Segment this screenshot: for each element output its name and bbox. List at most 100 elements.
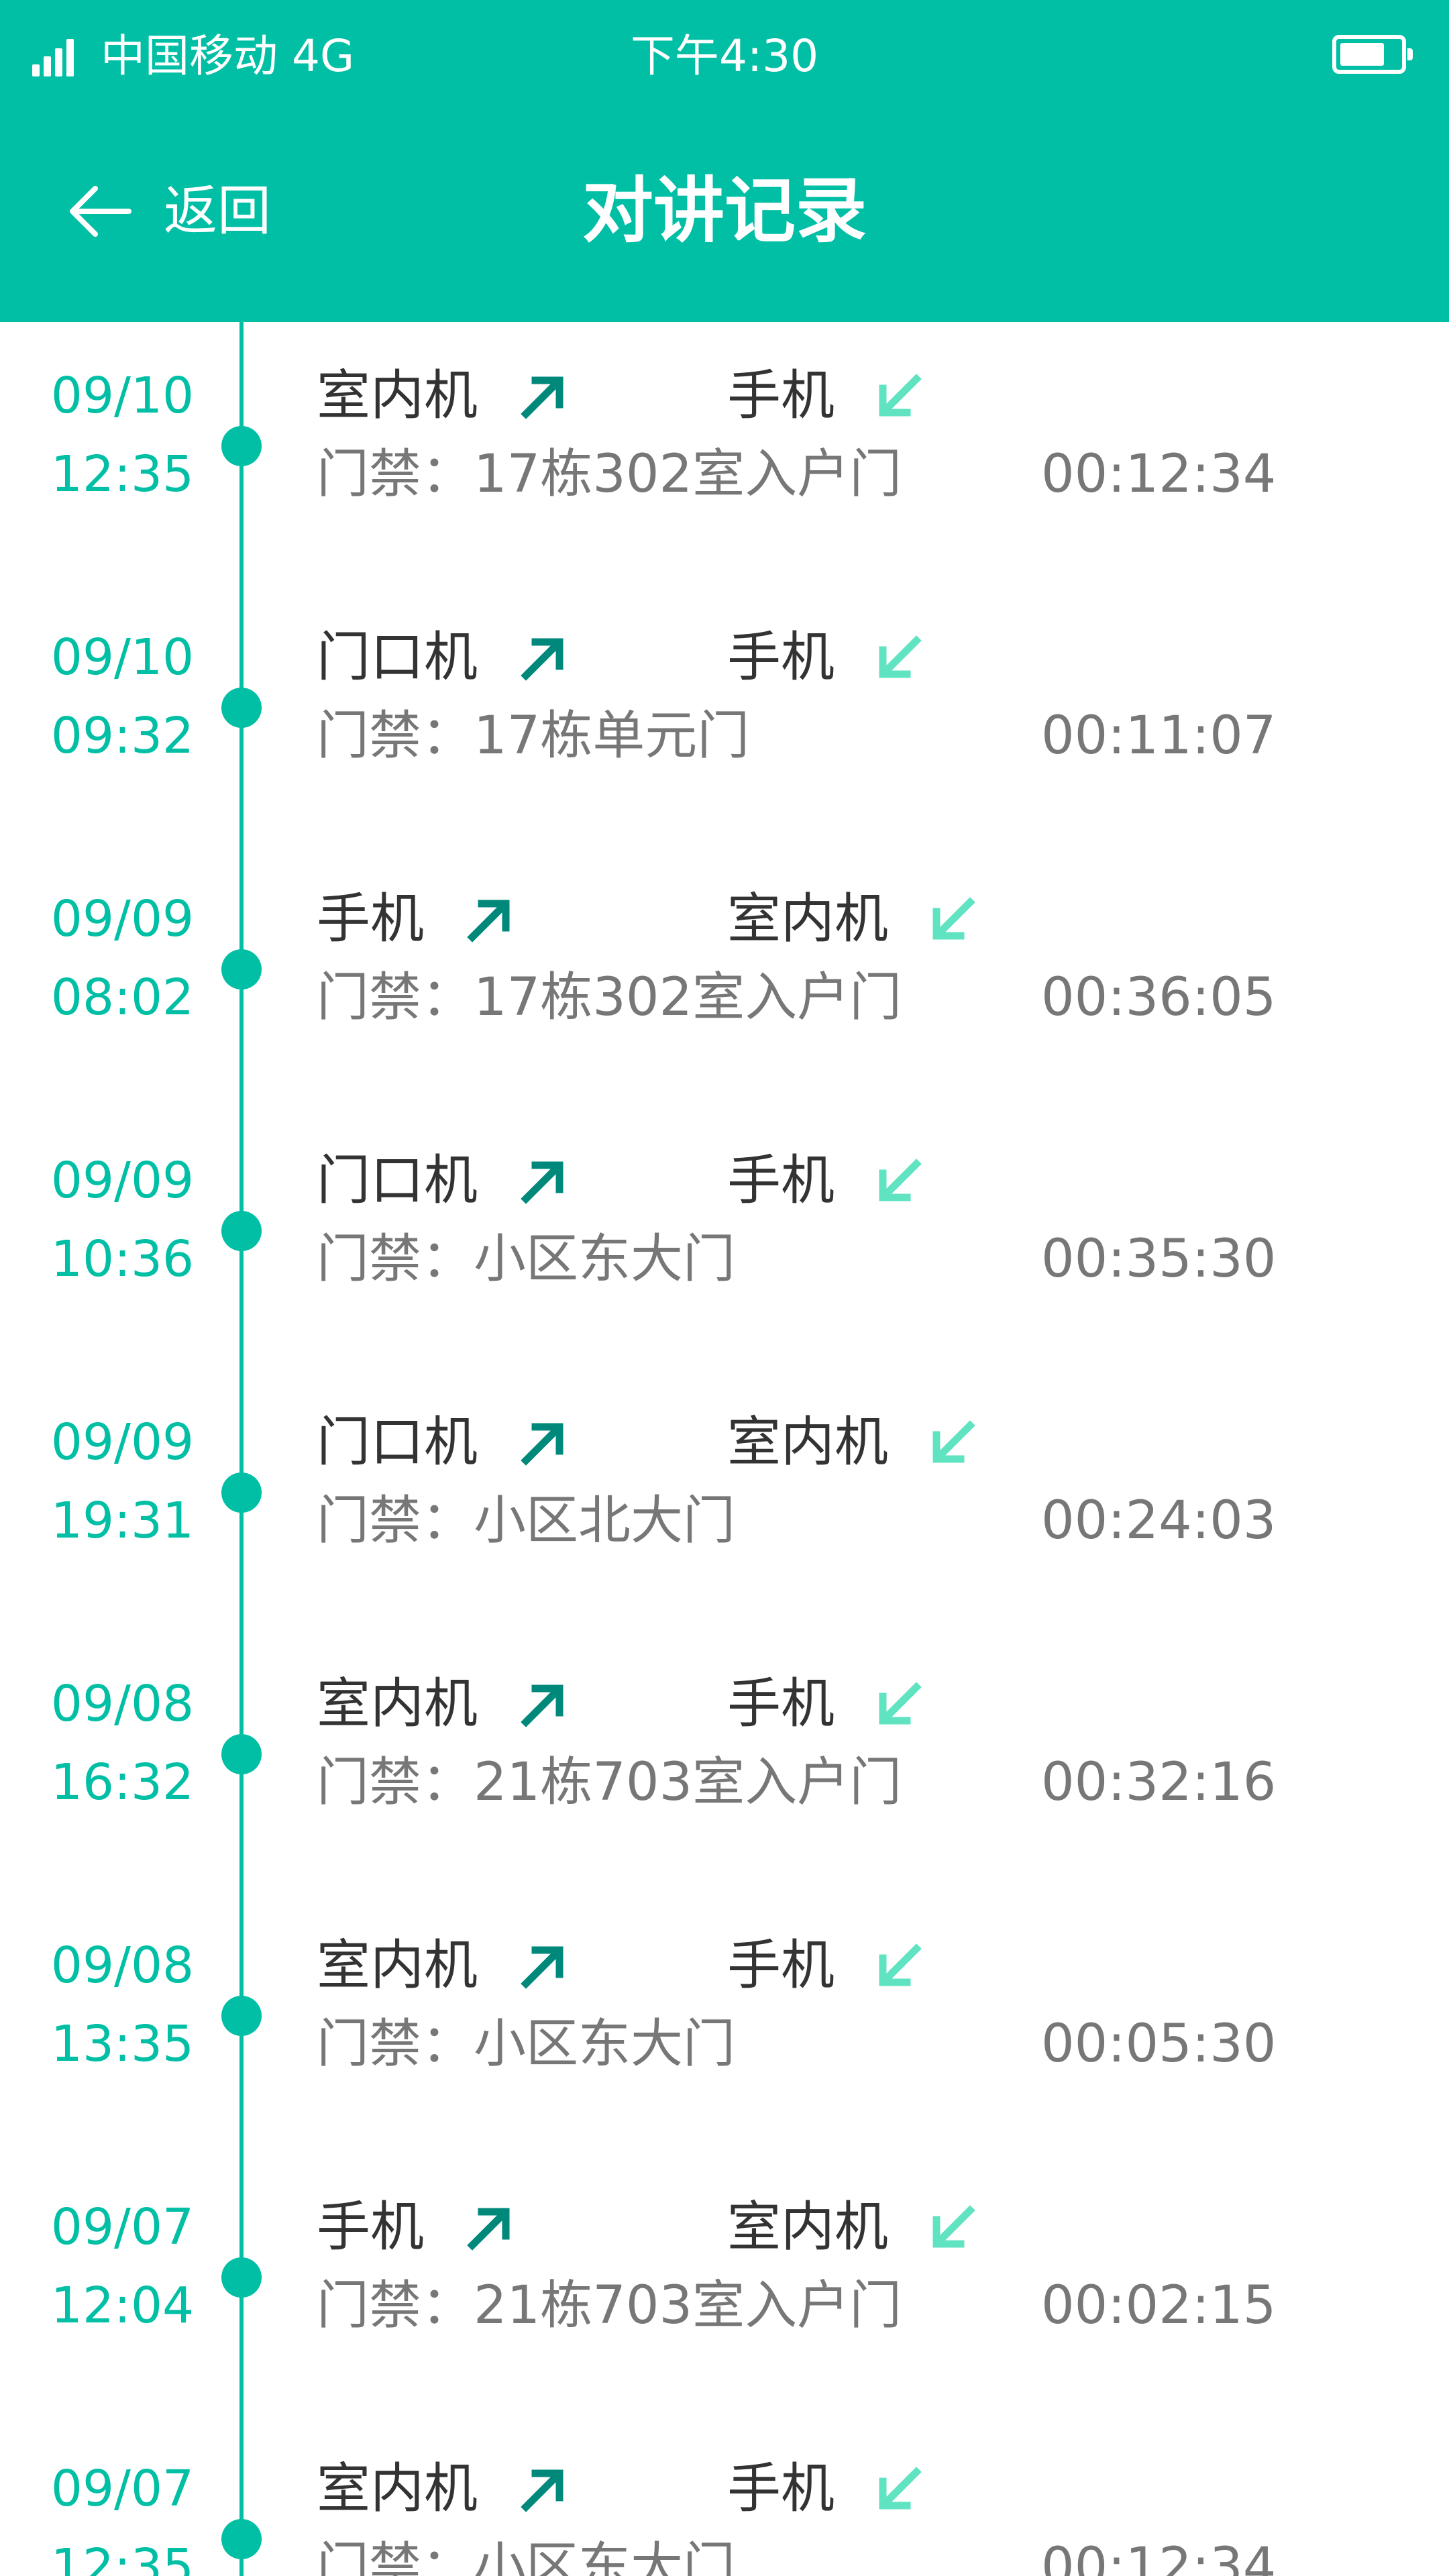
incoming-arrow-icon [932, 2205, 975, 2248]
callee-label: 手机 [727, 626, 835, 688]
outgoing-arrow-icon [521, 1161, 564, 1204]
caller-device: 门口机 [317, 1409, 573, 1476]
record-item[interactable]: 09/09 08:02 手机 室内机 门禁：17栋302室入户门 00:36:0… [0, 845, 1449, 1107]
caller-device: 室内机 [317, 2455, 573, 2522]
callee-label: 室内机 [727, 1411, 888, 1473]
outgoing-arrow-icon [521, 376, 564, 419]
callee-label: 手机 [727, 364, 835, 427]
caller-label: 门口机 [317, 1149, 478, 1212]
call-duration: 00:11:07 [1041, 706, 1277, 766]
call-duration: 00:32:16 [1041, 1752, 1277, 1813]
callee-device: 手机 [727, 1670, 930, 1737]
record-item[interactable]: 09/09 19:31 门口机 室内机 门禁：小区北大门 00:24:03 [0, 1368, 1449, 1630]
record-item[interactable]: 09/07 12:35 室内机 手机 门禁：小区东大门 00:12:34 [0, 2415, 1449, 2576]
record-time: 10:36 [50, 1230, 195, 1288]
incoming-arrow-icon [879, 635, 922, 678]
call-duration: 00:05:30 [1041, 2014, 1277, 2074]
record-time: 12:35 [50, 445, 195, 503]
record-date: 09/09 [50, 1152, 195, 1210]
record-date: 09/09 [50, 1413, 195, 1471]
incoming-arrow-icon [932, 897, 975, 940]
record-time: 13:35 [50, 2015, 195, 2073]
door-location: 门禁：小区东大门 [317, 2537, 736, 2576]
app-header: 中国移动 4G 下午4:30 返回 对讲记录 [0, 0, 1449, 322]
timeline-dot [221, 1211, 262, 1251]
page-title: 对讲记录 [582, 170, 867, 252]
record-item[interactable]: 09/07 12:04 手机 室内机 门禁：21栋703室入户门 00:02:1… [0, 2153, 1449, 2415]
door-location: 门禁：17栋302室入户门 [317, 444, 902, 504]
callee-device: 室内机 [727, 2194, 983, 2261]
callee-label: 室内机 [727, 888, 888, 950]
timeline-dot [221, 2257, 262, 2298]
outgoing-arrow-icon [521, 1946, 564, 1989]
caller-device: 手机 [317, 2194, 519, 2261]
callee-device: 室内机 [727, 1409, 983, 1476]
caller-device: 室内机 [317, 1932, 573, 1999]
record-item[interactable]: 09/10 09:32 门口机 手机 门禁：17栋单元门 00:11:07 [0, 584, 1449, 845]
status-time: 下午4:30 [630, 30, 819, 82]
caller-label: 室内机 [317, 1934, 478, 1996]
outgoing-arrow-icon [467, 2208, 510, 2251]
record-date: 09/10 [50, 367, 195, 425]
outgoing-arrow-icon [521, 1423, 564, 1466]
record-date: 09/09 [50, 890, 195, 948]
record-time: 12:35 [50, 2538, 195, 2576]
record-date: 09/08 [50, 1937, 195, 1994]
door-location: 门禁：小区东大门 [317, 1229, 736, 1289]
call-duration: 00:36:05 [1041, 967, 1277, 1028]
callee-label: 手机 [727, 1149, 835, 1212]
caller-label: 门口机 [317, 626, 478, 688]
call-duration: 00:02:15 [1041, 2275, 1277, 2336]
timeline-dot [221, 1996, 262, 2036]
callee-device: 室内机 [727, 885, 983, 953]
door-location: 门禁：21栋703室入户门 [317, 1752, 902, 1813]
callee-label: 室内机 [727, 2196, 888, 2258]
battery-level [1340, 43, 1384, 66]
callee-device: 手机 [727, 1147, 930, 1214]
callee-device: 手机 [727, 362, 930, 429]
door-location: 门禁：17栋单元门 [317, 706, 750, 766]
caller-label: 室内机 [317, 1672, 478, 1735]
caller-label: 门口机 [317, 1411, 478, 1473]
outgoing-arrow-icon [521, 1684, 564, 1727]
outgoing-arrow-icon [521, 2469, 564, 2512]
caller-device: 室内机 [317, 1670, 573, 1737]
incoming-arrow-icon [879, 1159, 922, 1201]
caller-label: 室内机 [317, 364, 478, 427]
timeline-dot [221, 949, 262, 989]
caller-device: 手机 [317, 885, 519, 953]
record-item[interactable]: 09/08 13:35 室内机 手机 门禁：小区东大门 00:05:30 [0, 1892, 1449, 2153]
record-time: 16:32 [50, 1754, 195, 1811]
callee-device: 手机 [727, 1932, 930, 1999]
record-item[interactable]: 09/09 10:36 门口机 手机 门禁：小区东大门 00:35:30 [0, 1107, 1449, 1368]
caller-label: 室内机 [317, 2457, 478, 2520]
door-location: 门禁：小区东大门 [317, 2014, 736, 2074]
status-bar: 中国移动 4G 下午4:30 [0, 0, 1449, 114]
incoming-arrow-icon [879, 2467, 922, 2510]
caller-device: 门口机 [317, 624, 573, 691]
intercom-record-list[interactable]: 09/10 12:35 室内机 手机 门禁：17栋302室入户门 00:12:3… [0, 322, 1449, 2576]
incoming-arrow-icon [932, 1420, 975, 1463]
call-duration: 00:24:03 [1041, 1491, 1277, 1551]
door-location: 门禁：17栋302室入户门 [317, 967, 902, 1028]
record-item[interactable]: 09/10 12:35 室内机 手机 门禁：17栋302室入户门 00:12:3… [0, 322, 1449, 584]
call-duration: 00:35:30 [1041, 1229, 1277, 1289]
record-time: 12:04 [50, 2277, 195, 2334]
callee-device: 手机 [727, 624, 930, 691]
timeline-dot [221, 1734, 262, 1774]
call-duration: 00:12:34 [1041, 444, 1277, 504]
timeline-dot [221, 2519, 262, 2559]
record-item[interactable]: 09/08 16:32 室内机 手机 门禁：21栋703室入户门 00:32:1… [0, 1630, 1449, 1892]
door-location: 门禁：21栋703室入户门 [317, 2275, 902, 2336]
callee-label: 手机 [727, 1672, 835, 1735]
callee-label: 手机 [727, 1934, 835, 1996]
record-date: 09/10 [50, 629, 195, 686]
incoming-arrow-icon [879, 1682, 922, 1725]
caller-device: 门口机 [317, 1147, 573, 1214]
timeline-dot [221, 1472, 262, 1513]
record-time: 08:02 [50, 969, 195, 1026]
callee-label: 手机 [727, 2457, 835, 2520]
incoming-arrow-icon [879, 374, 922, 417]
record-date: 09/07 [50, 2460, 195, 2518]
caller-label: 手机 [317, 888, 424, 950]
